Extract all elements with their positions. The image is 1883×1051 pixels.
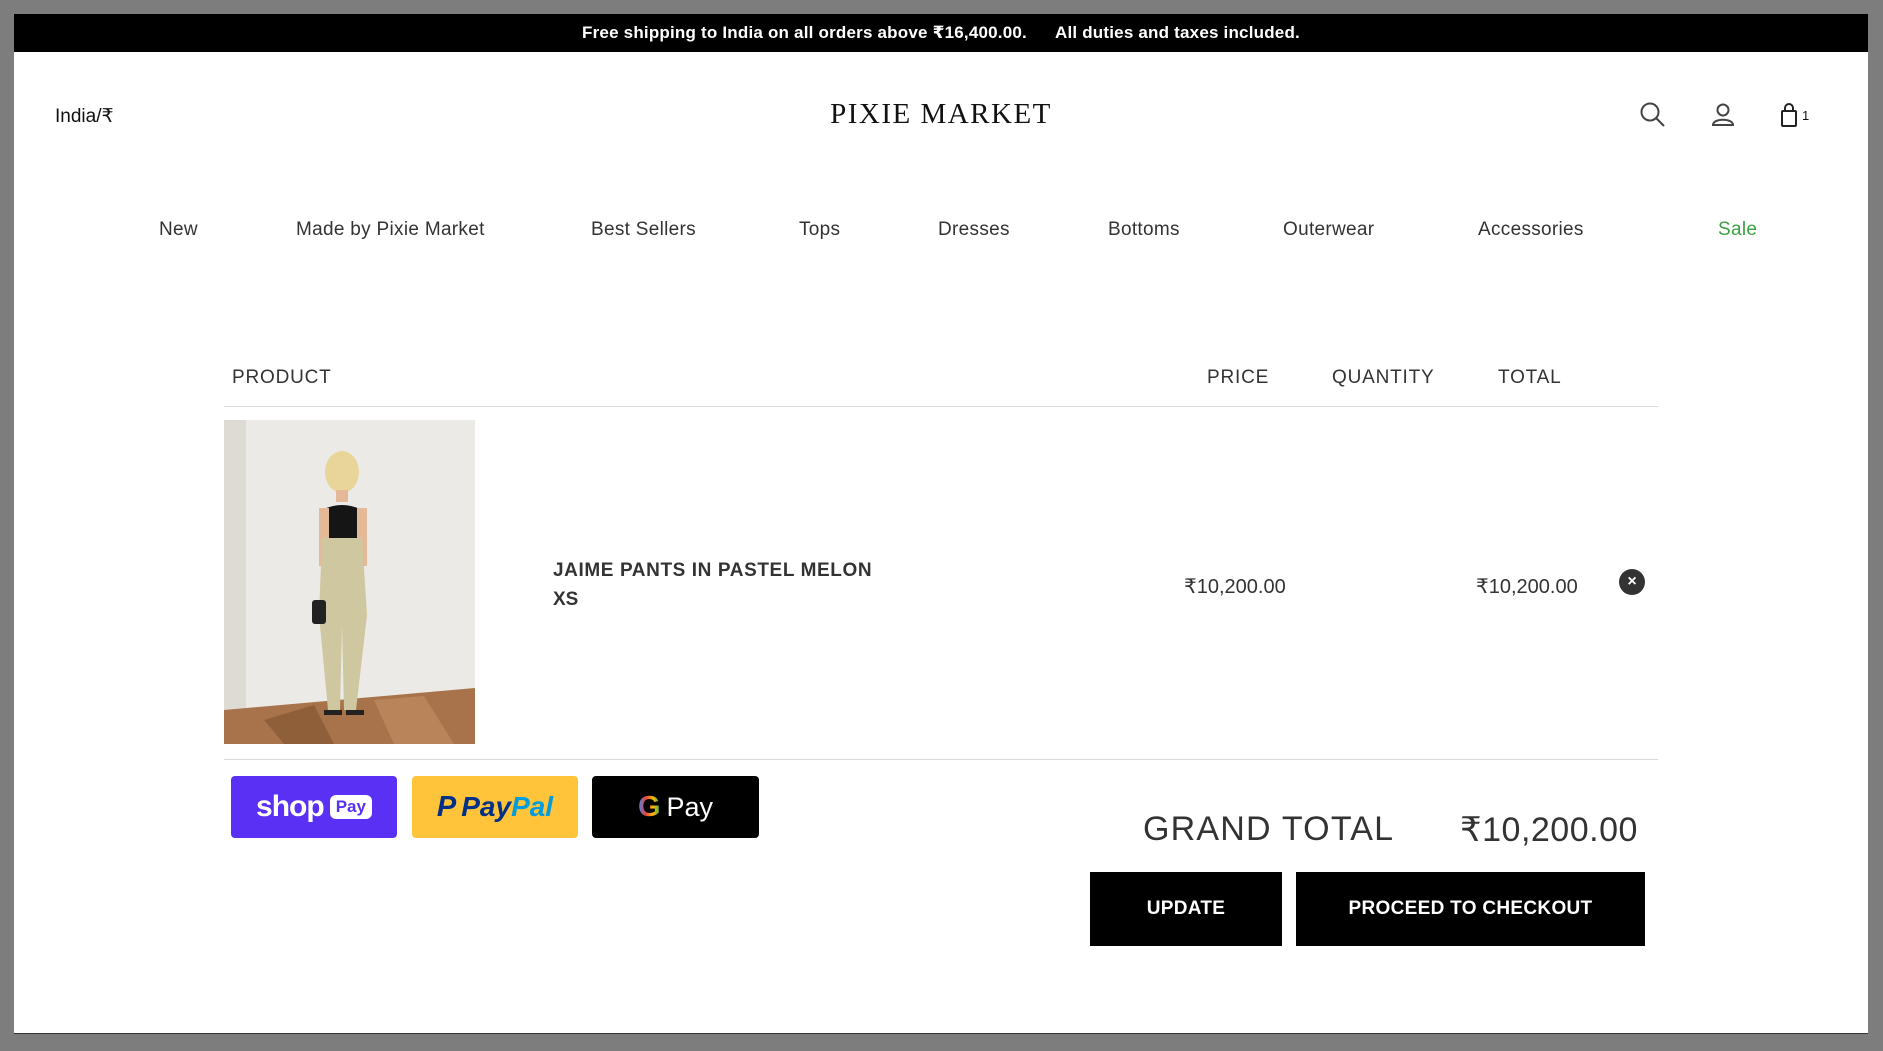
cart-count: 1	[1802, 108, 1810, 123]
main-nav: New Made by Pixie Market Best Sellers To…	[14, 219, 1868, 249]
nav-item-bottoms[interactable]: Bottoms	[1108, 219, 1180, 241]
product-price: ₹10,200.00	[1184, 576, 1286, 598]
shop-pay-button[interactable]: shop Pay	[231, 776, 397, 838]
column-header-price: PRICE	[1207, 367, 1270, 388]
product-image[interactable]	[224, 420, 475, 744]
google-pay-label: Pay	[666, 791, 714, 822]
items-divider	[224, 759, 1658, 760]
grand-total-value: ₹10,200.00	[1460, 811, 1638, 849]
grand-total-label: GRAND TOTAL	[1143, 810, 1395, 848]
product-total: ₹10,200.00	[1476, 576, 1578, 598]
google-g-icon: G	[637, 790, 661, 823]
nav-item-accessories[interactable]: Accessories	[1478, 219, 1584, 241]
column-header-total: TOTAL	[1498, 367, 1562, 388]
search-icon[interactable]	[1638, 100, 1668, 130]
product-variant: XS	[553, 589, 579, 610]
paypal-logo-pal: Pal	[511, 791, 554, 822]
nav-item-sale[interactable]: Sale	[1718, 219, 1757, 241]
remove-item-icon[interactable]: ×	[1619, 569, 1645, 595]
shop-pay-logo-word: shop	[256, 790, 325, 823]
account-icon[interactable]	[1708, 100, 1738, 130]
nav-item-new[interactable]: New	[159, 219, 198, 241]
nav-item-made-by-pixie-market[interactable]: Made by Pixie Market	[296, 219, 485, 241]
nav-item-best-sellers[interactable]: Best Sellers	[591, 219, 696, 241]
shop-pay-logo-badge: Pay	[329, 795, 372, 819]
nav-item-outerwear[interactable]: Outerwear	[1283, 219, 1374, 241]
paypal-logo-icon: P	[436, 790, 457, 823]
column-header-quantity: QUANTITY	[1332, 367, 1435, 388]
paypal-logo-pay: Pay	[461, 791, 512, 822]
nav-item-dresses[interactable]: Dresses	[938, 219, 1010, 241]
product-name[interactable]: JAIME PANTS IN PASTEL MELON	[553, 560, 872, 582]
nav-item-tops[interactable]: Tops	[799, 219, 840, 241]
cart-icon[interactable]	[1774, 100, 1804, 130]
site-logo[interactable]: PIXIE MARKET	[14, 98, 1868, 131]
column-header-product: PRODUCT	[232, 367, 332, 388]
announcement-bar: Free shipping to India on all orders abo…	[14, 14, 1868, 52]
footer-divider	[14, 1033, 1868, 1034]
header-divider	[224, 406, 1658, 407]
browser-viewport: Free shipping to India on all orders abo…	[14, 14, 1868, 1034]
duties-notice: All duties and taxes included.	[1054, 23, 1300, 42]
proceed-to-checkout-button[interactable]: PROCEED TO CHECKOUT	[1296, 872, 1645, 946]
paypal-button[interactable]: P PayPal	[412, 776, 578, 838]
shipping-notice: Free shipping to India on all orders abo…	[582, 23, 1027, 42]
update-button[interactable]: UPDATE	[1090, 872, 1282, 946]
google-pay-button[interactable]: G Pay	[592, 776, 759, 838]
